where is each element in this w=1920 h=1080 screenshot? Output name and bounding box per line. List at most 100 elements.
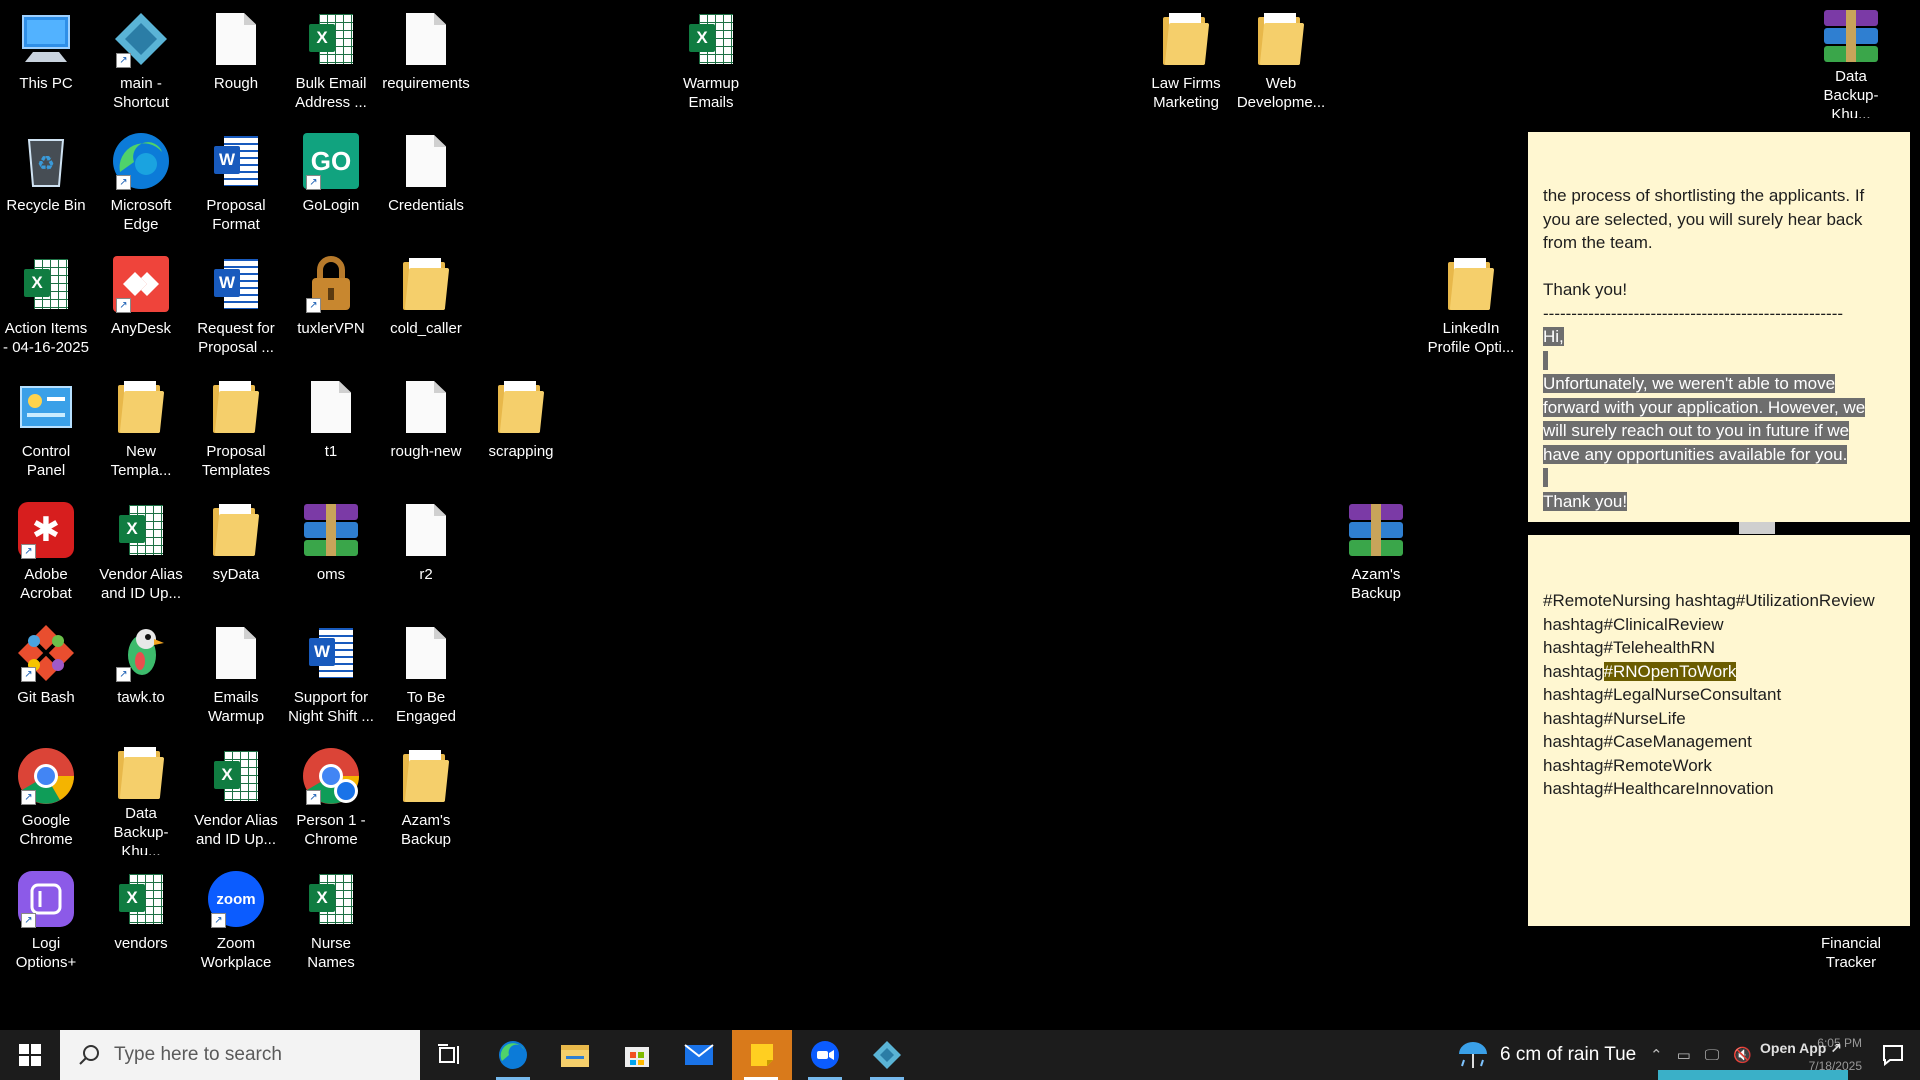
- proposal-templates-folder-icon[interactable]: Proposal Templates: [191, 376, 281, 486]
- person1-chrome-label: Person 1 - Chrome: [296, 812, 366, 848]
- request-proposal-label: Request for Proposal ...: [197, 320, 275, 356]
- note1-selected-thanks: Thank you!: [1543, 491, 1628, 511]
- weather-text: 6 cm of rain Tue: [1500, 1044, 1637, 1065]
- weather-widget[interactable]: 6 cm of rain Tue: [1456, 1030, 1636, 1080]
- note1-selected-hi: Hi,: [1543, 327, 1564, 346]
- support-night-shift-label: Support for Night Shift ...: [288, 689, 374, 725]
- git-bash-label: Git Bash: [17, 689, 75, 706]
- microsoft-edge-icon[interactable]: ↗ Microsoft Edge: [96, 130, 186, 240]
- note1-selected-line2: forward with your application. However, …: [1543, 397, 1866, 417]
- oms-archive-icon[interactable]: oms: [286, 499, 376, 609]
- new-templa-folder-icon[interactable]: New Templa...: [96, 376, 186, 486]
- rough-new-label: rough-new: [390, 443, 462, 460]
- git-bash-icon[interactable]: ↗ Git Bash: [1, 622, 91, 732]
- vendor-alias-2-excel-icon[interactable]: X Vendor Alias and ID Up...: [191, 745, 281, 855]
- note2-line7: hashtag#CaseManagement: [1543, 732, 1752, 751]
- sticky-notes-icon: [751, 1044, 773, 1066]
- data-backup-archive-label: Data Backup-Khu...: [1823, 68, 1879, 118]
- scrapping-folder-icon[interactable]: scrapping: [476, 376, 566, 486]
- start-button[interactable]: [0, 1030, 60, 1080]
- data-backup-folder-icon[interactable]: Data Backup-Khu...: [96, 745, 186, 855]
- nurse-names-excel-icon[interactable]: X Nurse Names: [286, 868, 376, 978]
- rough-new-file-icon[interactable]: rough-new: [381, 376, 471, 486]
- tuxlervpn-label: tuxlerVPN: [297, 320, 365, 337]
- taskbar-sticky-notes-button[interactable]: [732, 1030, 792, 1080]
- warmup-emails-excel-icon[interactable]: X Warmup Emails: [666, 8, 756, 118]
- sticky-note-2[interactable]: #RemoteNursing hashtag#UtilizationReview…: [1528, 535, 1910, 926]
- task-view-button[interactable]: [421, 1030, 479, 1080]
- vendors-excel-icon[interactable]: X vendors: [96, 868, 186, 978]
- gologin-icon[interactable]: GO ↗ GoLogin: [286, 130, 376, 240]
- taskbar-mail-button[interactable]: [670, 1030, 728, 1080]
- taskbar-edge-button[interactable]: [484, 1030, 542, 1080]
- bulk-email-excel-icon[interactable]: X Bulk Email Address ...: [286, 8, 376, 118]
- linkedin-profile-folder-icon[interactable]: LinkedIn Profile Opti...: [1426, 253, 1516, 363]
- taskbar-zoom-button[interactable]: [796, 1030, 854, 1080]
- adobe-acrobat-icon[interactable]: ✱ ↗ Adobe Acrobat: [1, 499, 91, 609]
- tawk-to-icon[interactable]: ↗ tawk.to: [96, 622, 186, 732]
- task-view-icon: [438, 1044, 459, 1064]
- sticky-note-1[interactable]: the process of shortlisting the applican…: [1528, 132, 1910, 522]
- proposal-format-word-icon[interactable]: W Proposal Format: [191, 130, 281, 240]
- t1-file-icon[interactable]: t1: [286, 376, 376, 486]
- person1-chrome-icon[interactable]: ↗ Person 1 - Chrome: [286, 745, 376, 855]
- logi-options-icon[interactable]: ↗ Logi Options+: [1, 868, 91, 978]
- recycle-bin-icon[interactable]: ♻ Recycle Bin: [1, 130, 91, 240]
- requirements-file-icon[interactable]: requirements: [381, 8, 471, 118]
- action-items-excel-icon[interactable]: X Action Items - 04-16-2025: [1, 253, 91, 363]
- nurse-names-label: Nurse Names: [307, 935, 355, 971]
- battery-icon[interactable]: ▭: [1677, 1046, 1691, 1064]
- folder-icon: [561, 1045, 589, 1067]
- umbrella-rain-icon: [1459, 1042, 1487, 1068]
- web-development-folder-icon[interactable]: Web Developme...: [1236, 8, 1326, 118]
- request-proposal-word-icon[interactable]: W Request for Proposal ...: [191, 253, 281, 363]
- this-pc-icon[interactable]: This PC: [1, 8, 91, 118]
- control-panel-icon[interactable]: Control Panel: [1, 376, 91, 486]
- note1-line2: you are selected, you will surely hear b…: [1543, 209, 1863, 229]
- note1-line3: from the team.: [1543, 233, 1653, 252]
- volume-muted-icon[interactable]: 🔇: [1733, 1046, 1752, 1064]
- credentials-file-icon[interactable]: Credentials: [381, 130, 471, 240]
- taskbar-file-explorer-button[interactable]: [546, 1030, 604, 1080]
- note-resize-handle[interactable]: [1739, 522, 1775, 534]
- azams-backup-archive-icon[interactable]: Azam's Backup: [1331, 499, 1421, 609]
- sydata-folder-icon[interactable]: syData: [191, 499, 281, 609]
- desktop[interactable]: This PC ♻ Recycle Bin X Action Items - 0…: [0, 0, 1920, 1030]
- note1-thanks: Thank you!: [1543, 280, 1628, 299]
- taskbar-store-button[interactable]: [608, 1030, 666, 1080]
- law-firms-folder-icon[interactable]: Law Firms Marketing: [1141, 8, 1231, 118]
- tray-chevron-up-icon[interactable]: ⌃: [1650, 1046, 1663, 1064]
- to-be-engaged-file-icon[interactable]: To Be Engaged: [381, 622, 471, 732]
- web-development-label: Web Developme...: [1236, 75, 1326, 111]
- taskbar-app-button[interactable]: [858, 1030, 916, 1080]
- notification-center-button[interactable]: [1866, 1030, 1920, 1080]
- note2-line4-prefix: hashtag: [1543, 661, 1604, 681]
- r2-file-icon[interactable]: r2: [381, 499, 471, 609]
- google-chrome-icon[interactable]: ↗ Google Chrome: [1, 745, 91, 855]
- emails-warmup-file-icon[interactable]: Emails Warmup: [191, 622, 281, 732]
- main-shortcut-icon[interactable]: ↗ main - Shortcut: [96, 8, 186, 118]
- new-templa-label: New Templa...: [110, 443, 172, 479]
- data-backup-archive-icon[interactable]: Data Backup-Khu...: [1806, 8, 1896, 118]
- support-night-shift-word-icon[interactable]: W Support for Night Shift ...: [286, 622, 376, 732]
- rough-file-icon[interactable]: Rough: [191, 8, 281, 118]
- taskbar-search-box[interactable]: Type here to search: [60, 1030, 420, 1080]
- network-icon[interactable]: 🖵: [1705, 1047, 1719, 1064]
- zoom-workplace-icon[interactable]: zoom ↗ Zoom Workplace: [191, 868, 281, 978]
- tuxlervpn-icon[interactable]: ↗ tuxlerVPN: [286, 253, 376, 363]
- svg-text:♻: ♻: [37, 153, 55, 175]
- notification-icon: [1883, 1045, 1903, 1066]
- sydata-label: syData: [212, 566, 260, 583]
- note1-selected-line1: Unfortunately, we weren't able to move: [1543, 374, 1836, 393]
- open-app-button[interactable]: Open App ↗: [1760, 1040, 1842, 1057]
- cold-caller-folder-icon[interactable]: cold_caller: [381, 253, 471, 363]
- anydesk-icon[interactable]: ↗ AnyDesk: [96, 253, 186, 363]
- anydesk-label: AnyDesk: [110, 320, 172, 337]
- rough-label: Rough: [213, 75, 259, 92]
- law-firms-label: Law Firms Marketing: [1151, 75, 1221, 111]
- adobe-acrobat-label: Adobe Acrobat: [20, 566, 72, 602]
- bulk-email-label: Bulk Email Address ...: [295, 75, 367, 111]
- azams-backup-folder-icon[interactable]: Azam's Backup: [381, 745, 471, 855]
- windows-logo-icon: [19, 1044, 41, 1066]
- vendor-alias-excel-icon[interactable]: X Vendor Alias and ID Up...: [96, 499, 186, 609]
